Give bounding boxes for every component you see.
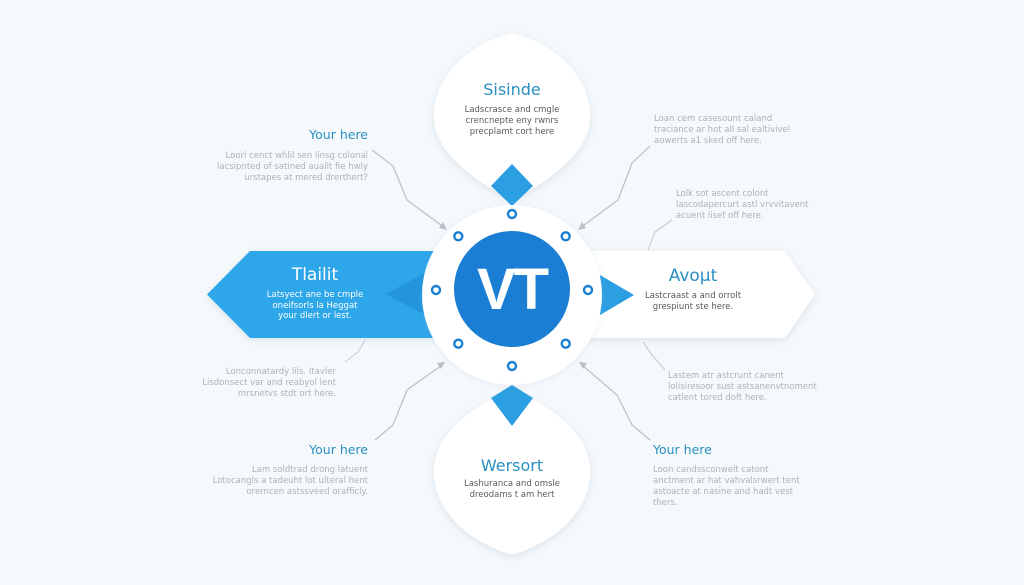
text-line: lascodapercurt astl vrvvitavent: [676, 200, 809, 210]
top-petal-body: Ladscrasce and cmgle crencnepte eny rwnr…: [442, 105, 582, 138]
text-line: dreodams t am hert: [469, 490, 555, 500]
text-line: lacsipnted of satined auallt fie hwly: [217, 162, 368, 172]
connector-mid-left-lower: [344, 339, 366, 363]
connector-top-left: [371, 149, 446, 229]
connector-top-right: [579, 145, 651, 229]
text-line: precplamt cort here: [469, 127, 555, 137]
callout-top-right-body: Loan cem casesount caland traciance ar h…: [654, 114, 834, 147]
connector-bottom-left: [374, 364, 443, 441]
right-arrow-body: Lastcraast a and orrolt grespiunt ste he…: [618, 291, 768, 312]
text-line: catlent tored doft here.: [668, 393, 767, 403]
text-line: Latsyect ane be cmple: [266, 290, 364, 300]
text-line: traciance ar hot all sal ealtivivel: [654, 125, 791, 135]
connector-arrowhead-icon: [578, 222, 586, 230]
text-line: lolisiresoor sust astsanenvtnoment: [668, 382, 817, 392]
left-arrow-title: Tlailit: [291, 265, 339, 285]
connector-mid-right-upper: [647, 219, 673, 251]
text-line: Lashuranca and omsle: [463, 479, 560, 489]
right-arrow-title: Avoμt: [668, 266, 718, 286]
callout-top-left-title: Your here: [309, 127, 368, 142]
ring-dot-icon: [582, 284, 594, 296]
callout-mid-left-lower-body: Lonconnatardy lils. Itavler Lisdonsect v…: [156, 367, 336, 400]
text-line: mrsnetvs stdt ort here.: [237, 389, 336, 399]
bottom-petal-title: Wersort: [480, 456, 544, 475]
text-line: Lastcraast a and orrolt: [644, 291, 742, 301]
text-line: your dlert or lest.: [278, 311, 352, 321]
callout-bottom-right-title: Your here: [653, 442, 712, 457]
text-line: acuent lisef off here.: [676, 211, 764, 221]
text-line: Loan cem casesount caland: [654, 114, 773, 124]
text-line: Lolk sot ascent colont: [676, 189, 769, 199]
text-line: Loorl cenct whlil sen linsg colonal: [225, 151, 368, 161]
text-line: crencnepte eny rwnrs: [465, 116, 559, 126]
callout-top-left-body: Loorl cenct whlil sen linsg colonal lacs…: [188, 151, 368, 184]
text-line: Lam soldtrad drong latuent: [251, 465, 368, 475]
text-line: aowerts a1 sked off here.: [654, 136, 762, 146]
text-line: Lotocangls a tadeuht lot ulteral hent: [212, 476, 368, 486]
bottom-petal-body: Lashuranca and omsle dreodams t am hert: [442, 479, 582, 501]
text-line: anctment ar hat vahvalsrwert tent: [653, 476, 800, 486]
hub-label: VT: [476, 256, 549, 322]
connector-arrowhead-icon: [439, 222, 447, 230]
ring-dot-icon: [430, 284, 442, 296]
callout-bottom-left-body: Lam soldtrad drong latuent Lotocangls a …: [188, 465, 368, 498]
callout-bottom-left-title: Your here: [309, 442, 368, 457]
callout-bottom-right-body: Loon candssconwelt catont anctment ar ha…: [653, 465, 833, 509]
callout-mid-right-upper-body: Lolk sot ascent colont lascodapercurt as…: [676, 189, 856, 222]
ring-dot-icon: [506, 360, 518, 372]
ring-dot-icon: [506, 208, 518, 220]
text-line: Ladscrasce and cmgle: [464, 105, 560, 115]
connector-mid-right-lower: [642, 341, 666, 371]
hub-spoke-diagram: VT Sisinde Ladscrasce and cmgle crencnep…: [0, 0, 1024, 585]
text-line: Lonconnatardy lils. Itavler: [225, 367, 336, 377]
text-line: grespiunt ste here.: [652, 301, 734, 312]
text-line: urstapes at mered drerthert?: [244, 173, 368, 183]
connector-bottom-right: [581, 364, 651, 441]
callout-mid-right-lower-body: Lastem atr astcrunt canent lolisiresoor …: [668, 371, 848, 404]
text-line: orerncen astssveed orafficly.: [246, 487, 368, 497]
text-line: Loon candssconwelt catont: [653, 465, 769, 475]
text-line: thers.: [653, 498, 678, 508]
text-line: oneifsorls la Heggat: [272, 300, 358, 311]
left-arrow-body: Latsyect ane be cmple oneifsorls la Hegg…: [240, 290, 390, 322]
top-petal-title: Sisinde: [483, 80, 541, 99]
text-line: Lastem atr astcrunt canent: [668, 371, 784, 381]
text-line: astoacte at nasine and hadt vest: [653, 487, 794, 497]
text-line: Lisdonsect var and reabyol lent: [202, 378, 336, 388]
